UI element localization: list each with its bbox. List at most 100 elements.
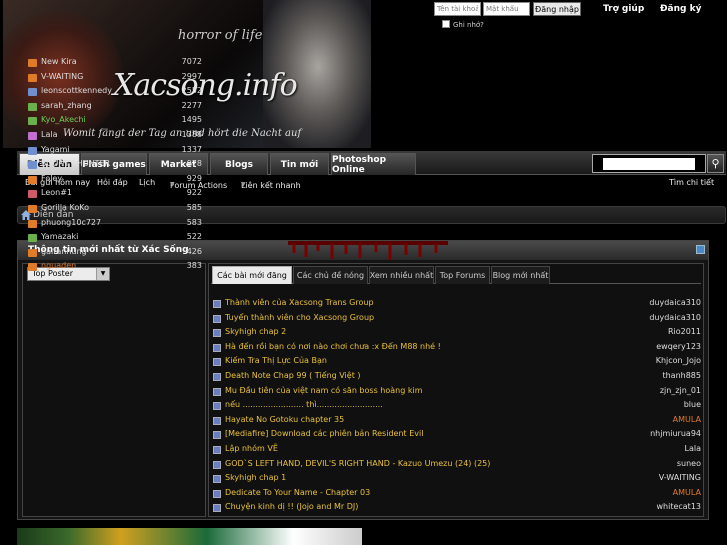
poster-name[interactable]: sarah_zhang: [41, 101, 92, 110]
poster-name[interactable]: Lala: [41, 130, 57, 139]
thread-icon: [213, 416, 221, 425]
poster-row[interactable]: gaitanhung 426: [23, 246, 205, 260]
post-row[interactable]: Hayate No Gotoku chapter 35 AMULA: [209, 414, 703, 428]
poster-name[interactable]: New Kira: [41, 57, 77, 66]
post-row[interactable]: Lập nhóm VẼ Lala: [209, 443, 703, 457]
poster-name[interactable]: Yamazaki: [41, 232, 78, 241]
poster-row[interactable]: Yagami 1337: [23, 144, 205, 158]
post-row[interactable]: [Mediafire] Download các phiên bản Resid…: [209, 428, 703, 442]
poster-name[interactable]: gaitanhung: [41, 247, 87, 256]
post-title[interactable]: Chuyện kinh dị !! (Jojo and Mr DJ): [225, 502, 358, 511]
post-user[interactable]: Lala: [685, 444, 701, 453]
post-title[interactable]: Hà đến rồi bạn có nơi nào chơi chưa :x Đ…: [225, 342, 441, 351]
tab-most-viewed[interactable]: Xem nhiều nhất: [369, 266, 434, 284]
poster-row[interactable]: Lala 1388: [23, 129, 205, 143]
rss-icon: [28, 88, 37, 97]
post-title[interactable]: Dedicate To Your Name - Chapter 03: [225, 488, 370, 497]
post-user[interactable]: ewqery123: [656, 342, 701, 351]
poster-row[interactable]: phuong10c727 583: [23, 217, 205, 231]
post-user[interactable]: Khjcon_Jojo: [656, 356, 701, 365]
post-title[interactable]: Skyhigh chap 2: [225, 327, 286, 336]
poster-name[interactable]: Leon#1: [41, 188, 72, 197]
password-input[interactable]: [483, 2, 530, 16]
post-user[interactable]: V-WAITING: [659, 473, 701, 482]
post-title[interactable]: Death Note Chap 99 ( Tiếng Việt ): [225, 371, 361, 380]
poster-name[interactable]: nguaden: [41, 261, 76, 270]
post-title[interactable]: Hayate No Gotoku chapter 35: [225, 415, 344, 424]
search-button[interactable]: ⚲: [707, 154, 724, 173]
poster-row[interactable]: sarah_zhang 2277: [23, 100, 205, 114]
post-user[interactable]: blue: [684, 400, 701, 409]
post-row[interactable]: Death Note Chap 99 ( Tiếng Việt ) thanh88…: [209, 370, 703, 384]
post-user[interactable]: AMULA: [673, 415, 701, 424]
thread-icon: [213, 402, 221, 411]
search-input[interactable]: [603, 158, 695, 170]
tab-news[interactable]: Tin mới: [270, 153, 329, 175]
post-row[interactable]: GOD`S LEFT HAND, DEVIL'S RIGHT HAND - Ka…: [209, 458, 703, 472]
post-row[interactable]: Kiếm Tra Thị Lực Của Bạn Khjcon_Jojo: [209, 355, 703, 369]
post-title[interactable]: Tuyển thành viên cho Xacsong Group: [225, 313, 374, 322]
poster-row[interactable]: leonscottkennedy 2552: [23, 85, 205, 99]
tab-top-forums[interactable]: Top Forums: [435, 266, 490, 284]
poster-name[interactable]: phuong10c727: [41, 218, 101, 227]
poster-name[interactable]: Gorilla KoKo: [41, 203, 89, 212]
post-user[interactable]: Rio2011: [668, 327, 701, 336]
username-input[interactable]: [434, 2, 481, 16]
poster-row[interactable]: BOUNTY HUNTER 978: [23, 158, 205, 172]
remember-checkbox[interactable]: [442, 20, 450, 28]
tab-photoshop-online[interactable]: Photoshop Online: [331, 153, 416, 175]
thread-icon: [213, 373, 221, 381]
poster-row[interactable]: Foley 929: [23, 173, 205, 187]
post-row[interactable]: Hà đến rồi bạn có nơi nào chơi chưa :x Đ…: [209, 341, 703, 355]
poster-name[interactable]: Foley: [41, 174, 62, 183]
post-title[interactable]: nếu ........................ thì........…: [225, 400, 383, 409]
subnav-advanced-search[interactable]: Tìm chi tiết: [669, 178, 714, 187]
post-row[interactable]: Tuyển thành viên cho Xacsong Group duydai…: [209, 312, 703, 326]
post-user[interactable]: suneo: [677, 459, 701, 468]
poster-row[interactable]: nguaden 383: [23, 260, 205, 274]
post-user[interactable]: duydaica310: [649, 313, 701, 322]
post-user[interactable]: duydaica310: [649, 298, 701, 307]
post-row[interactable]: Thành viên của Xacsong Trans Group duydai…: [209, 297, 703, 311]
poster-name[interactable]: V-WAITING: [41, 72, 83, 81]
poster-name[interactable]: BOUNTY HUNTER: [41, 159, 110, 168]
poster-row[interactable]: Yamazaki 522: [23, 231, 205, 245]
post-title[interactable]: [Mediafire] Download các phiên bản Resid…: [225, 429, 423, 438]
poster-name[interactable]: leonscottkennedy: [41, 86, 112, 95]
post-row[interactable]: nếu ........................ thì........…: [209, 399, 703, 413]
collapse-toggle-icon[interactable]: [696, 245, 705, 254]
poster-row[interactable]: Kyo_Akechi 1495: [23, 114, 205, 128]
post-row[interactable]: Chuyện kinh dị !! (Jojo and Mr DJ) whitec…: [209, 501, 703, 515]
tab-hot-topics[interactable]: Các chủ đề nóng: [293, 266, 368, 284]
register-link[interactable]: Đăng ký: [660, 4, 701, 14]
latest-posts-panel: Các bài mới đăng Các chủ đề nóng Xem nhi…: [208, 263, 704, 517]
post-title[interactable]: Mu Đầu tiên của việt nam có săn boss hoà…: [225, 386, 422, 395]
poster-row[interactable]: Leon#1 922: [23, 187, 205, 201]
poster-name[interactable]: Kyo_Akechi: [41, 115, 86, 124]
post-user[interactable]: thanh885: [662, 371, 701, 380]
post-title[interactable]: Skyhigh chap 1: [225, 473, 286, 482]
post-title[interactable]: Thành viên của Xacsong Trans Group: [225, 298, 374, 307]
post-user[interactable]: nhjmiurua94: [650, 429, 701, 438]
post-user[interactable]: AMULA: [673, 488, 701, 497]
poster-row[interactable]: New Kira 7072: [23, 56, 205, 70]
post-title[interactable]: Lập nhóm VẼ: [225, 444, 278, 453]
advertisement-banner[interactable]: [17, 528, 362, 545]
post-title[interactable]: Kiếm Tra Thị Lực Của Bạn: [225, 356, 327, 365]
poster-row[interactable]: Gorilla KoKo 585: [23, 202, 205, 216]
poster-name[interactable]: Yagami: [41, 145, 70, 154]
post-row[interactable]: Dedicate To Your Name - Chapter 03 AMULA: [209, 487, 703, 501]
post-user[interactable]: zjn_zjn_01: [660, 386, 701, 395]
login-button[interactable]: Đăng nhập: [533, 2, 581, 16]
tab-latest-posts[interactable]: Các bài mới đăng: [212, 266, 292, 284]
post-row[interactable]: Skyhigh chap 1 V-WAITING: [209, 472, 703, 486]
post-row[interactable]: Mu Đầu tiên của việt nam có săn boss hoà…: [209, 385, 703, 399]
help-link[interactable]: Trợ giúp: [603, 4, 644, 14]
post-row[interactable]: Skyhigh chap 2 Rio2011: [209, 326, 703, 340]
remember-me[interactable]: Ghi nhớ?: [442, 20, 484, 29]
poster-row[interactable]: V-WAITING 2997: [23, 71, 205, 85]
post-user[interactable]: whitecat13: [656, 502, 701, 511]
tab-blogs[interactable]: Blogs: [210, 153, 268, 175]
tab-latest-blogs[interactable]: Blog mới nhất: [491, 266, 550, 284]
post-title[interactable]: GOD`S LEFT HAND, DEVIL'S RIGHT HAND - Ka…: [225, 459, 490, 468]
